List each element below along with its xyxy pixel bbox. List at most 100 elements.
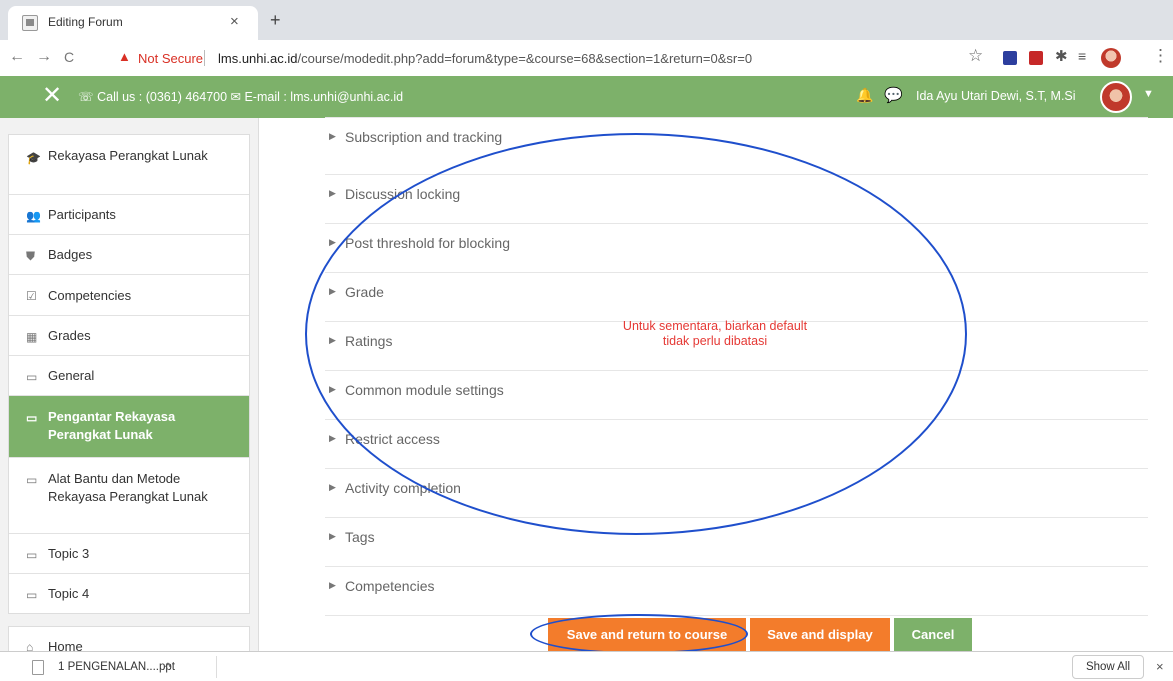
course-nav-sidebar: 🎓 Rekayasa Perangkat Lunak 👥 Participant… [8, 134, 250, 614]
section-label: Subscription and tracking [345, 129, 503, 145]
new-tab-button[interactable]: + [270, 10, 281, 31]
expand-triangle-icon: ▶ [329, 188, 336, 198]
section-discussion-locking[interactable]: ▶ Discussion locking [325, 174, 1148, 223]
section-competencies[interactable]: ▶ Competencies [325, 566, 1148, 615]
extension-z-icon[interactable] [1003, 51, 1017, 65]
bookmark-star-icon[interactable]: ☆ [968, 46, 983, 66]
save-and-return-button[interactable]: Save and return to course [548, 618, 746, 652]
section-label: Restrict access [345, 431, 440, 447]
extensions-puzzle-icon[interactable]: ✱ [1055, 47, 1068, 65]
close-icon[interactable]: × [1156, 659, 1164, 674]
sidebar-item-label: Pengantar Rekayasa Perangkat Lunak [48, 409, 176, 442]
section-subscription-tracking[interactable]: ▶ Subscription and tracking [325, 117, 1148, 166]
not-secure-label[interactable]: Not Secure [138, 51, 203, 66]
contact-info: ☏ Call us : (0361) 464700 ✉ E-mail : lms… [78, 90, 404, 104]
graduation-cap-icon: 🎓 [26, 151, 41, 165]
bell-icon[interactable]: 🔔 [856, 87, 873, 104]
url-path: /course/modedit.php?add=forum&type=&cour… [297, 51, 753, 66]
table-icon: ▦ [26, 330, 38, 344]
close-drawer-icon[interactable]: ✕ [42, 82, 62, 110]
url-text[interactable]: lms.unhi.ac.id/course/modedit.php?add=fo… [218, 51, 752, 66]
users-icon: 👥 [26, 209, 41, 223]
section-tags[interactable]: ▶ Tags [325, 517, 1148, 566]
download-separator [216, 656, 217, 678]
expand-triangle-icon: ▶ [329, 237, 336, 247]
expand-triangle-icon: ▶ [329, 433, 336, 443]
annotation-note-line-2: tidak perlu dibatasi [662, 334, 768, 348]
chevron-up-icon[interactable]: ^ [165, 660, 171, 674]
save-and-display-button[interactable]: Save and display [750, 618, 890, 652]
forward-icon[interactable]: → [36, 48, 52, 66]
back-icon[interactable]: ← [9, 48, 25, 66]
folder-icon: ▭ [26, 473, 38, 487]
menu-dots-icon[interactable]: ⋮ [1152, 46, 1169, 66]
sidebar-item-general[interactable]: ▭ General [9, 356, 249, 396]
sidebar-item-label: Competencies [48, 288, 132, 303]
page-body: 🎓 Rekayasa Perangkat Lunak 👥 Participant… [0, 117, 1173, 666]
sidebar-item-participants[interactable]: 👥 Participants [9, 195, 249, 235]
sidebar-item-label: Rekayasa Perangkat Lunak [48, 148, 208, 163]
annotation-note-line-1: Untuk sementara, biarkan default [622, 319, 808, 333]
url-host: lms.unhi.ac.id [218, 51, 298, 66]
user-name[interactable]: Ida Ayu Utari Dewi, S.T, M.Si [916, 89, 1076, 103]
folder-icon: ▭ [26, 588, 38, 602]
sidebar-item-course[interactable]: 🎓 Rekayasa Perangkat Lunak [9, 135, 249, 195]
expand-triangle-icon: ▶ [329, 531, 336, 541]
section-label: Post threshold for blocking [345, 235, 510, 251]
shield-icon: ⛊ [26, 249, 36, 263]
sidebar-item-topic-4[interactable]: ▭ Topic 4 [9, 574, 249, 614]
folder-icon: ▭ [26, 370, 38, 384]
section-divider [325, 615, 1148, 616]
browser-tab[interactable]: Editing Forum × [8, 6, 258, 40]
section-label: Grade [345, 284, 384, 300]
sidebar-item-label: Topic 4 [48, 586, 90, 601]
section-label: Tags [345, 529, 375, 545]
cancel-button[interactable]: Cancel [894, 618, 972, 652]
download-file-name[interactable]: 1 PENGENALAN....ppt [58, 661, 175, 673]
section-activity-completion[interactable]: ▶ Activity completion [325, 468, 1148, 517]
sidebar-item-alat-bantu[interactable]: ▭ Alat Bantu dan Metode Rekayasa Perangk… [9, 458, 249, 534]
expand-triangle-icon: ▶ [329, 131, 336, 141]
sidebar-item-pengantar[interactable]: ▭ Pengantar Rekayasa Perangkat Lunak [9, 396, 249, 458]
tab-title: Editing Forum [48, 15, 123, 29]
separator [204, 50, 205, 66]
section-post-threshold[interactable]: ▶ Post threshold for blocking [325, 223, 1148, 272]
profile-avatar[interactable] [1101, 48, 1121, 68]
file-icon [32, 660, 44, 675]
reload-icon[interactable]: C [64, 49, 74, 65]
reading-list-icon[interactable]: ≡ [1078, 48, 1086, 64]
extension-red-icon[interactable] [1029, 51, 1043, 65]
section-label: Activity completion [345, 480, 461, 496]
caret-down-icon[interactable]: ▼ [1143, 88, 1154, 100]
expand-triangle-icon: ▶ [329, 384, 336, 394]
expand-triangle-icon: ▶ [329, 580, 336, 590]
section-restrict-access[interactable]: ▶ Restrict access [325, 419, 1148, 468]
section-label: Ratings [345, 333, 393, 349]
section-label: Common module settings [345, 382, 504, 398]
chat-icon[interactable]: 💬 [884, 86, 903, 104]
section-label: Discussion locking [345, 186, 461, 202]
main-form: ▶ Subscription and tracking ▶ Discussion… [258, 117, 1173, 652]
address-bar[interactable]: ▲ Not Secure lms.unhi.ac.id/course/moded… [104, 44, 1004, 72]
section-common-module-settings[interactable]: ▶ Common module settings [325, 370, 1148, 419]
sidebar-item-label: Topic 3 [48, 546, 90, 561]
moodle-favicon-icon [22, 15, 38, 31]
sidebar-item-badges[interactable]: ⛊ Badges [9, 235, 249, 275]
user-avatar[interactable] [1100, 81, 1132, 113]
section-label: Competencies [345, 578, 435, 594]
sidebar-item-topic-3[interactable]: ▭ Topic 3 [9, 534, 249, 574]
site-navbar: ✕ ☏ Call us : (0361) 464700 ✉ E-mail : l… [0, 76, 1173, 118]
sidebar-item-label: Participants [48, 207, 116, 222]
sidebar-item-competencies[interactable]: ☑ Competencies [9, 275, 249, 316]
sidebar-item-label: Alat Bantu dan Metode Rekayasa Perangkat… [48, 471, 208, 504]
browser-toolbar: ← → C ▲ Not Secure lms.unhi.ac.id/course… [0, 40, 1173, 76]
sidebar-item-grades[interactable]: ▦ Grades [9, 316, 249, 356]
download-bar: 1 PENGENALAN....ppt ^ Show All × [0, 651, 1173, 681]
sidebar-item-label: Badges [48, 247, 93, 262]
checkbox-icon: ☑ [26, 289, 37, 303]
annotation-note: Untuk sementara, biarkan default tidak p… [580, 319, 850, 349]
tab-close-icon[interactable]: × [230, 13, 239, 30]
show-all-button[interactable]: Show All [1072, 655, 1144, 679]
folder-icon: ▭ [26, 411, 38, 425]
section-grade[interactable]: ▶ Grade [325, 272, 1148, 321]
